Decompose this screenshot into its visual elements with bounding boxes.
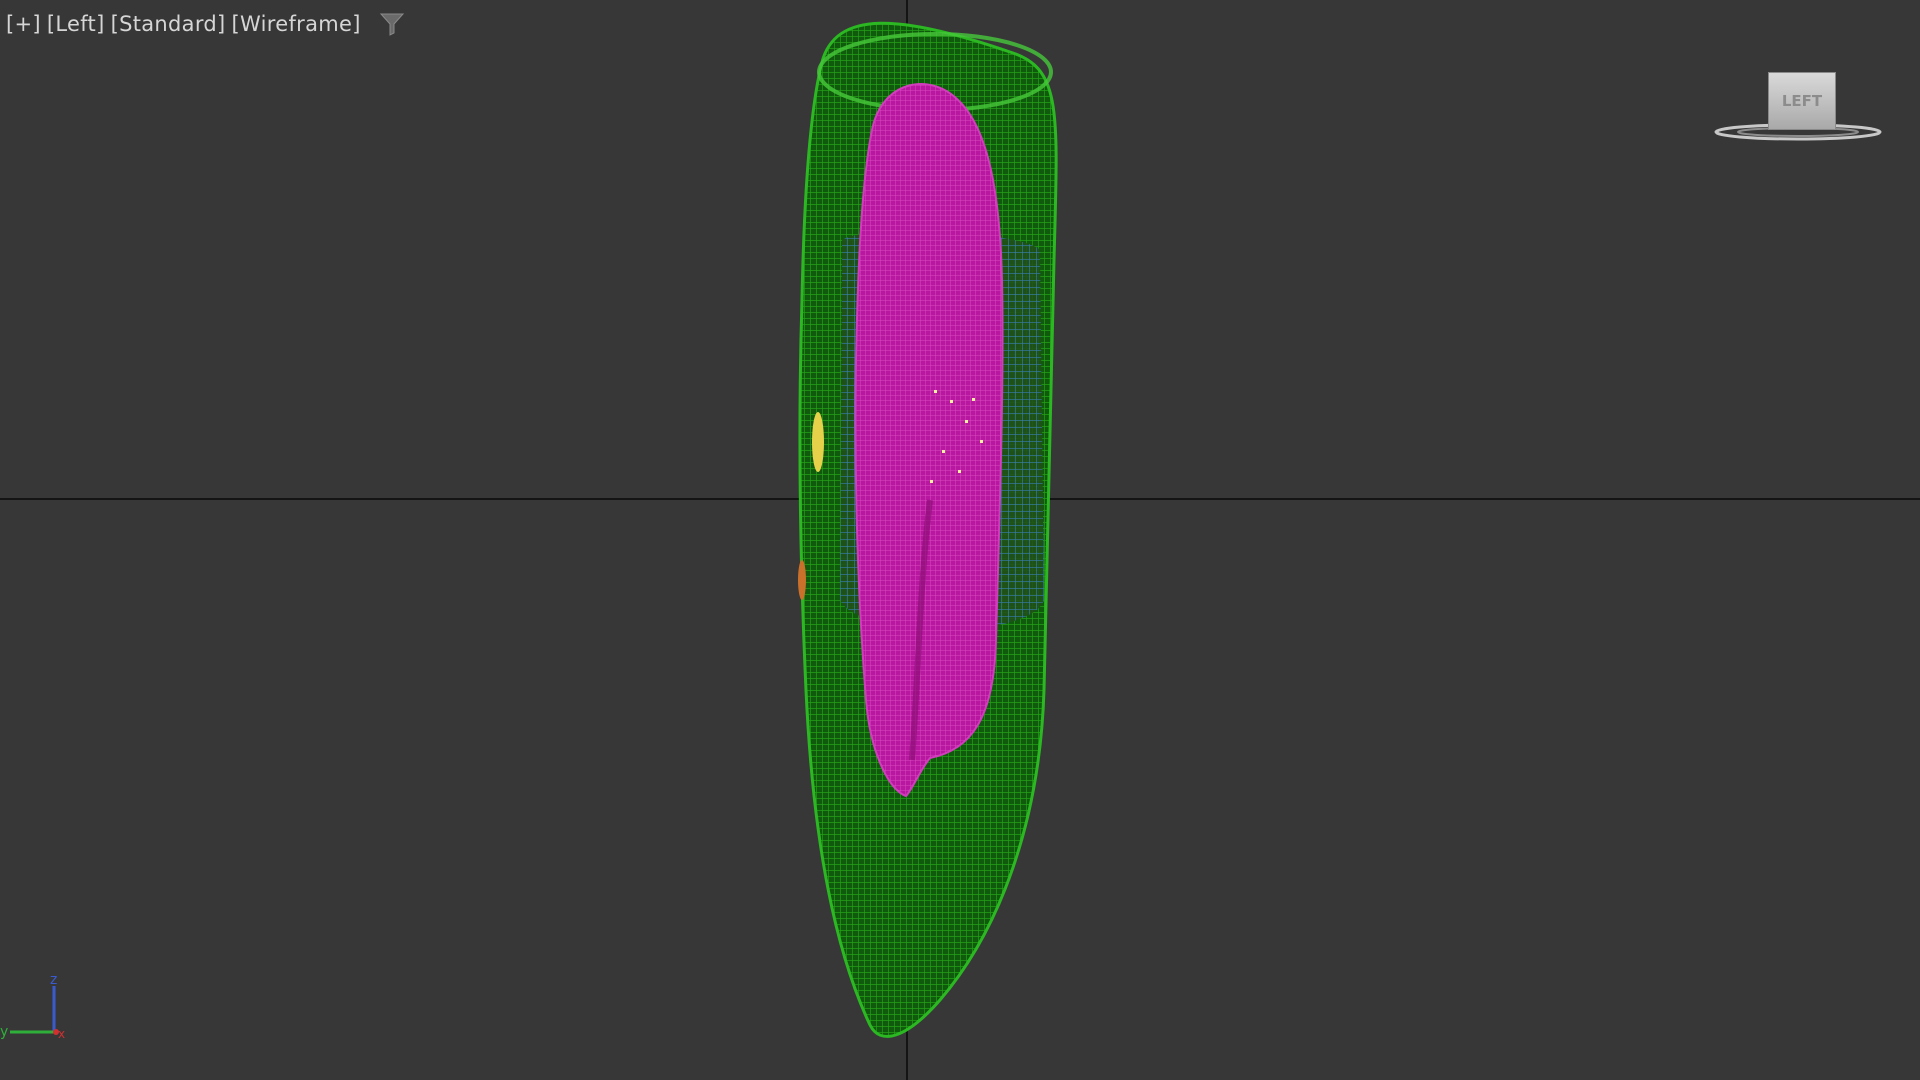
viewcube-face-left[interactable]: LEFT	[1768, 72, 1836, 130]
viewport-display-mode-menu[interactable]: [Wireframe]	[232, 12, 361, 36]
viewport-label-menu: [+] [Left] [Standard] [Wireframe]	[6, 10, 405, 38]
viewport-left-wireframe[interactable]: [+] [Left] [Standard] [Wireframe] LEFT z…	[0, 0, 1920, 1080]
axis-x-label: x	[58, 1027, 65, 1040]
viewport-point-of-view-menu[interactable]: [Left]	[47, 12, 105, 36]
viewport-general-menu[interactable]: [+]	[6, 12, 41, 36]
orange-part-mesh	[798, 560, 806, 600]
wireframe-model[interactable]	[0, 0, 1920, 1080]
axis-z-label: z	[50, 972, 57, 988]
funnel-filter-icon[interactable]	[379, 12, 405, 36]
yellow-part-mesh	[812, 412, 824, 472]
axis-y-label: y	[0, 1024, 8, 1040]
viewcube[interactable]: LEFT	[1712, 70, 1884, 142]
axis-tripod-icon: z y x	[0, 972, 65, 1040]
viewport-shading-menu[interactable]: [Standard]	[111, 12, 226, 36]
